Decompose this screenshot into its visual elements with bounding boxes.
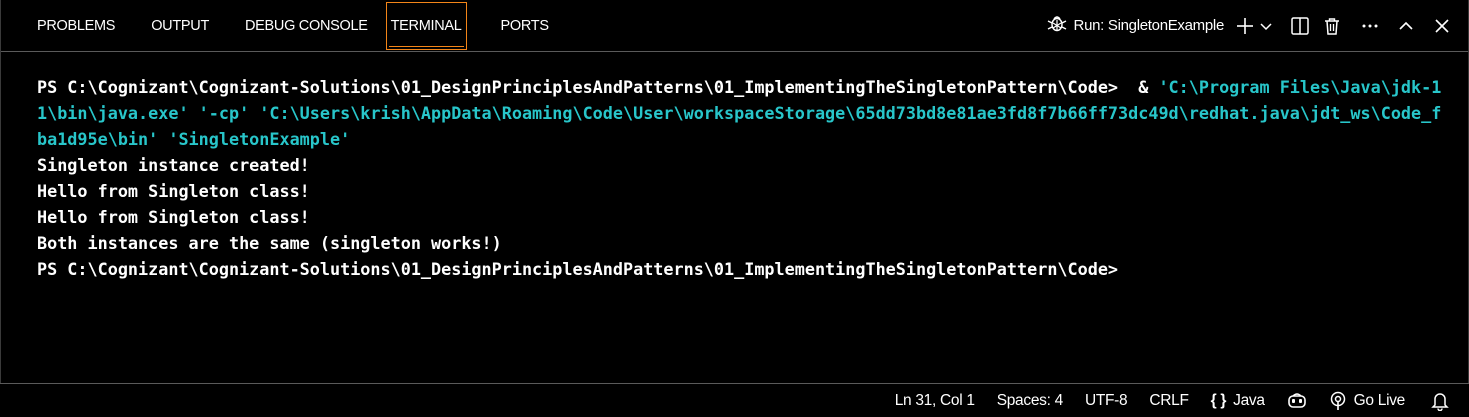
- panel-tabs: PROBLEMS OUTPUT DEBUG CONSOLE TERMINAL P…: [23, 0, 571, 51]
- copilot-icon: [1287, 392, 1307, 410]
- ellipsis-icon[interactable]: [1354, 10, 1386, 42]
- tab-problems[interactable]: PROBLEMS: [23, 0, 129, 51]
- trash-icon[interactable]: [1316, 10, 1348, 42]
- terminal-output-line: Singleton instance created!: [37, 155, 310, 175]
- status-cursor-position[interactable]: Ln 31, Col 1: [895, 392, 975, 410]
- debug-icon: [1046, 12, 1068, 39]
- status-language[interactable]: { } Java: [1211, 392, 1265, 410]
- tab-debug-console[interactable]: DEBUG CONSOLE: [231, 0, 382, 51]
- status-encoding[interactable]: UTF-8: [1084, 391, 1128, 410]
- status-indentation[interactable]: Spaces: 4: [996, 391, 1064, 410]
- split-icon[interactable]: [1284, 10, 1316, 42]
- cursor-position-label: Ln 31, Col 1: [894, 391, 975, 409]
- chevron-up-icon[interactable]: [1390, 10, 1422, 42]
- terminal-name: Run: SingletonExample: [1073, 17, 1225, 34]
- tab-ports[interactable]: PORTS: [487, 0, 563, 51]
- eol-label: CRLF: [1149, 391, 1189, 409]
- status-copilot[interactable]: [1287, 392, 1307, 410]
- plus-icon[interactable]: [1234, 10, 1256, 42]
- panel-actions: Run: SingletonExample: [1046, 0, 1468, 51]
- tab-terminal[interactable]: TERMINAL: [385, 2, 467, 50]
- terminal-command-line: PS C:\Cognizant\Cognizant-Solutions\01_D…: [37, 74, 1449, 152]
- go-live-label: Go Live: [1353, 391, 1406, 409]
- indentation-label: Spaces: 4: [996, 391, 1064, 409]
- broadcast-icon: [1329, 391, 1347, 411]
- chevron-down-icon[interactable]: [1256, 10, 1276, 42]
- terminal-selector[interactable]: Run: SingletonExample: [1046, 12, 1224, 39]
- language-label: Java: [1233, 391, 1265, 409]
- status-eol[interactable]: CRLF: [1149, 391, 1189, 410]
- panel-tabbar: PROBLEMS OUTPUT DEBUG CONSOLE TERMINAL P…: [1, 0, 1468, 52]
- status-notifications[interactable]: [1431, 391, 1449, 411]
- braces-icon: { }: [1210, 391, 1227, 409]
- terminal-output-line: Both instances are the same (singleton w…: [37, 233, 502, 253]
- status-bar: Ln 31, Col 1 Spaces: 4 UTF-8 CRLF { } Ja…: [0, 383, 1469, 417]
- terminal-output-line: Hello from Singleton class!: [37, 181, 310, 201]
- terminal-panel: PROBLEMS OUTPUT DEBUG CONSOLE TERMINAL P…: [0, 0, 1469, 383]
- bell-icon: [1431, 391, 1449, 411]
- terminal-prompt: PS C:\Cognizant\Cognizant-Solutions\01_D…: [37, 77, 1159, 97]
- terminal-output[interactable]: PS C:\Cognizant\Cognizant-Solutions\01_D…: [37, 74, 1449, 282]
- close-icon[interactable]: [1426, 10, 1458, 42]
- encoding-label: UTF-8: [1084, 391, 1128, 409]
- terminal-prompt-line: PS C:\Cognizant\Cognizant-Solutions\01_D…: [37, 259, 1119, 279]
- status-go-live[interactable]: Go Live: [1329, 391, 1405, 411]
- tab-output[interactable]: OUTPUT: [137, 0, 223, 51]
- terminal-output-line: Hello from Singleton class!: [37, 207, 310, 227]
